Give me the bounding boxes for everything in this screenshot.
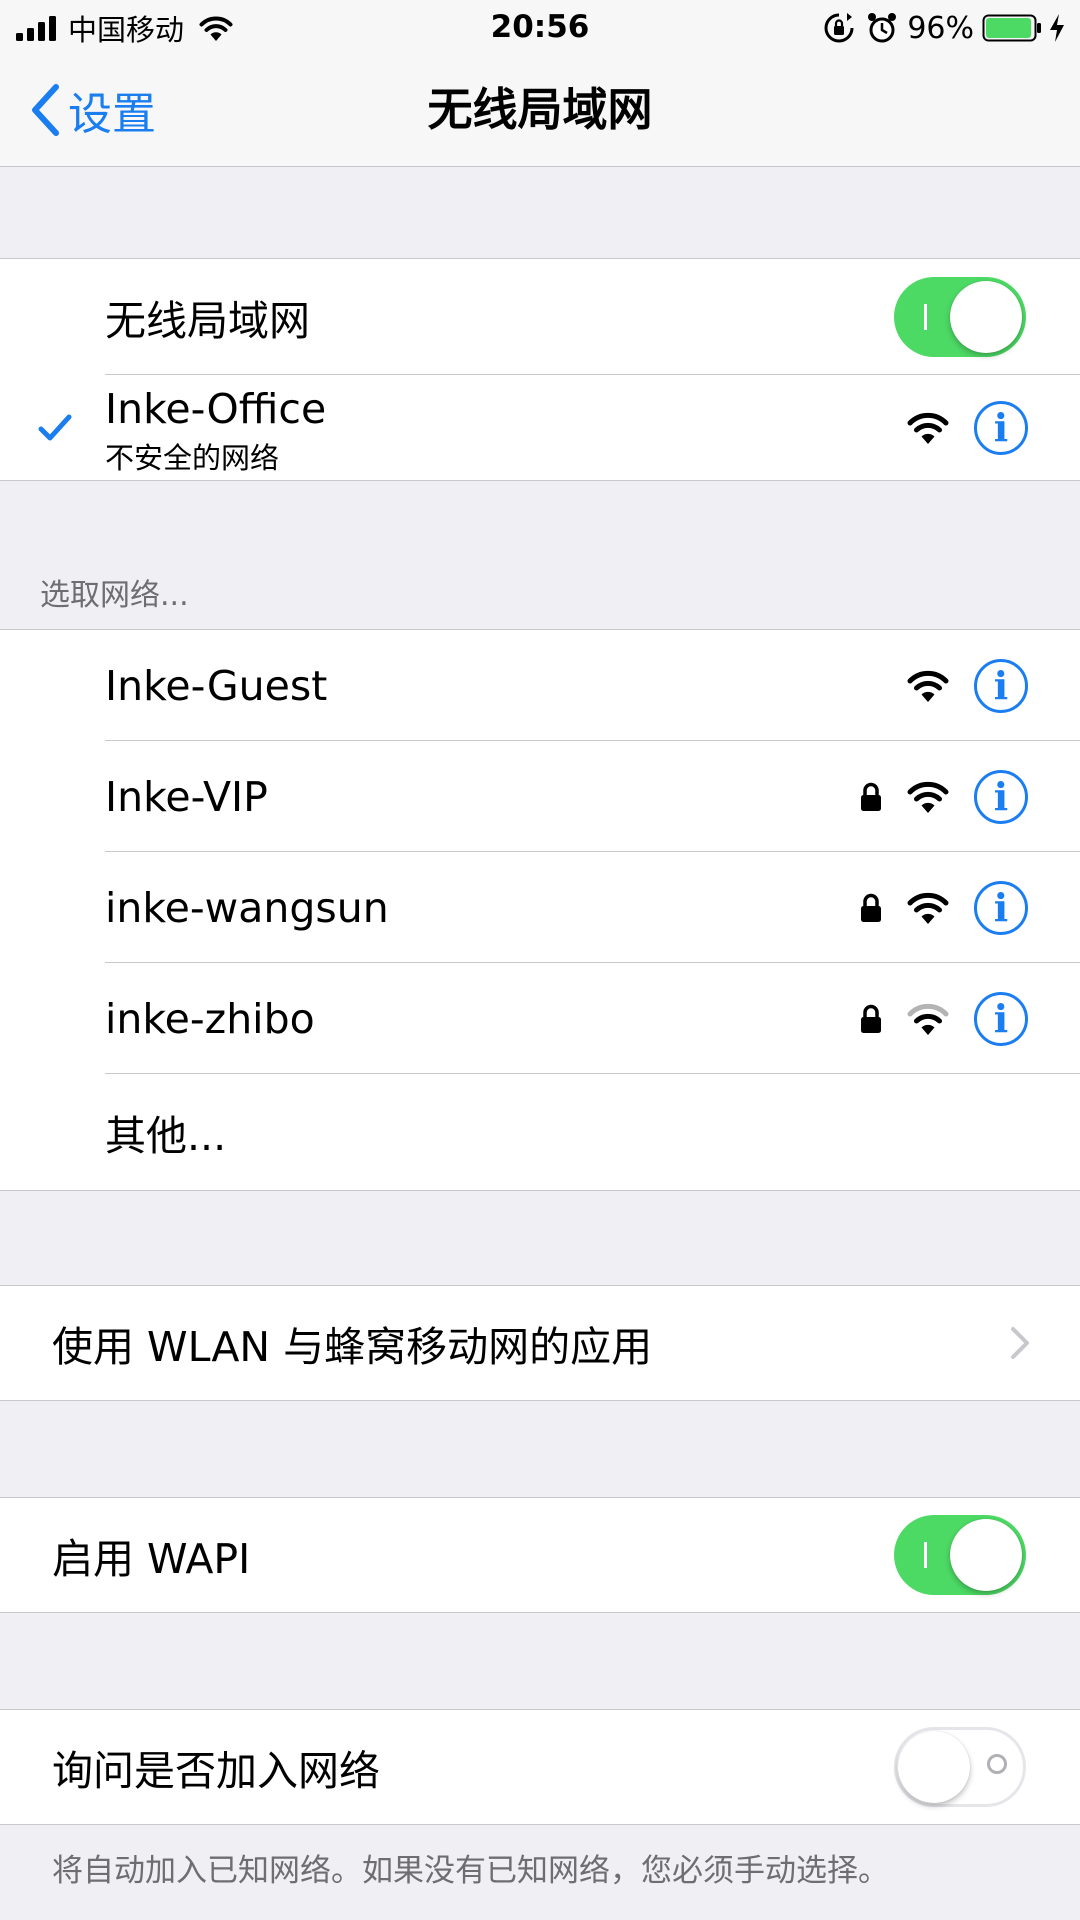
lock-icon xyxy=(861,782,881,811)
status-bar: 中国移动 20:56 96% xyxy=(0,0,1080,54)
ask-join-footer-note: 将自动加入已知网络。如果没有已知网络，您必须手动选择。 xyxy=(52,1853,889,1889)
wifi-icon xyxy=(907,781,949,813)
apps-group: 使用 WLAN 与蜂窝移动网的应用 xyxy=(0,1285,1080,1401)
wifi-icon xyxy=(907,1003,949,1035)
network-icons: i xyxy=(860,852,1028,963)
network-row[interactable]: Inke-Guest i xyxy=(0,630,1080,741)
network-row[interactable]: inke-wangsun i xyxy=(0,852,1080,963)
network-icons: i xyxy=(906,630,1028,741)
lock-icon xyxy=(861,1004,881,1033)
info-icon[interactable]: i xyxy=(974,400,1028,455)
info-icon[interactable]: i xyxy=(974,658,1028,713)
ask-join-row: 询问是否加入网络 xyxy=(0,1710,1080,1824)
wlan-apps-row[interactable]: 使用 WLAN 与蜂窝移动网的应用 xyxy=(0,1286,1080,1400)
network-name: Inke-VIP xyxy=(105,772,268,821)
ask-join-toggle[interactable] xyxy=(894,1727,1026,1807)
wapi-toggle[interactable] xyxy=(894,1515,1026,1595)
wifi-toggle-label: 无线局域网 xyxy=(105,297,310,345)
status-right: 96% xyxy=(823,8,1066,48)
navigation-bar: 设置 无线局域网 xyxy=(0,54,1080,167)
network-name: inke-wangsun xyxy=(105,883,389,932)
network-row[interactable]: Inke-VIP i xyxy=(0,741,1080,852)
wifi-icon xyxy=(907,670,949,702)
rotation-lock-icon xyxy=(824,13,854,43)
connected-network-icons: i xyxy=(906,375,1028,480)
wifi-icon xyxy=(907,412,949,444)
ask-join-group: 询问是否加入网络 xyxy=(0,1709,1080,1825)
toggle-knob xyxy=(950,1519,1022,1591)
networks-section-header: 选取网络... xyxy=(40,578,189,613)
wifi-toggle-row: 无线局域网 xyxy=(0,259,1080,375)
page-title: 无线局域网 xyxy=(427,83,653,136)
wifi-icon xyxy=(907,892,949,924)
connected-network-row[interactable]: Inke-Office 不安全的网络 i xyxy=(0,375,1080,480)
wifi-group: 无线局域网 Inke-Office 不安全的网络 i xyxy=(0,258,1080,481)
alarm-icon xyxy=(868,13,897,43)
lock-icon xyxy=(861,893,881,922)
info-icon[interactable]: i xyxy=(974,880,1028,935)
other-network-row[interactable]: 其他... xyxy=(0,1074,1080,1190)
network-icons: i xyxy=(860,963,1028,1074)
toggle-on-mark xyxy=(924,1542,927,1568)
toggle-knob xyxy=(898,1731,970,1803)
network-name: Inke-Guest xyxy=(105,661,328,710)
network-list: Inke-Guest i Inke-VIP i inke-wangsun i i… xyxy=(0,629,1080,1191)
chevron-right-icon xyxy=(1011,1327,1029,1359)
network-name: inke-zhibo xyxy=(105,994,315,1043)
battery-icon xyxy=(982,14,1041,42)
wapi-label: 启用 WAPI xyxy=(52,1535,251,1583)
ask-join-label: 询问是否加入网络 xyxy=(52,1747,380,1795)
connected-network-text: Inke-Office 不安全的网络 xyxy=(105,385,326,477)
checkmark-icon xyxy=(38,414,72,440)
other-network-label: 其他... xyxy=(105,1112,227,1160)
info-icon[interactable]: i xyxy=(974,991,1028,1046)
connected-network-subtitle: 不安全的网络 xyxy=(105,441,280,475)
toggle-off-mark xyxy=(987,1754,1007,1774)
toggle-on-mark xyxy=(924,304,927,330)
wapi-group: 启用 WAPI xyxy=(0,1497,1080,1613)
battery-percent: 96% xyxy=(907,10,974,46)
wlan-apps-label: 使用 WLAN 与蜂窝移动网的应用 xyxy=(52,1323,653,1371)
network-icons: i xyxy=(860,741,1028,852)
info-icon[interactable]: i xyxy=(974,769,1028,824)
connected-network-name: Inke-Office xyxy=(105,385,327,433)
charging-bolt-icon xyxy=(1050,14,1064,42)
toggle-knob xyxy=(950,281,1022,353)
wifi-toggle[interactable] xyxy=(894,277,1026,357)
wapi-row: 启用 WAPI xyxy=(0,1498,1080,1612)
network-row[interactable]: inke-zhibo i xyxy=(0,963,1080,1074)
